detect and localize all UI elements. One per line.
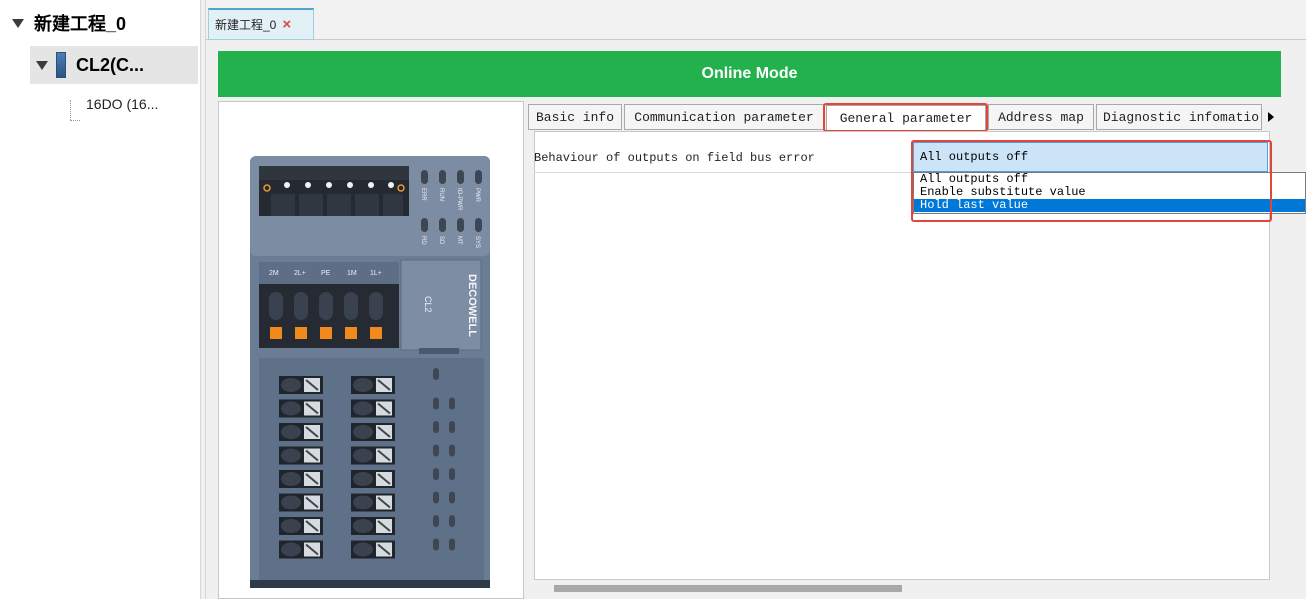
io-led: [449, 444, 455, 457]
document-tab-label: 新建工程_0: [215, 18, 277, 32]
io-terminal: [351, 470, 395, 488]
horizontal-scrollbar-thumb[interactable]: [554, 585, 902, 592]
device-model: CL2: [423, 296, 433, 313]
io-terminal: [279, 446, 323, 465]
io-led: [433, 444, 439, 457]
led-label: SD: [438, 236, 444, 245]
arrow-right-icon: [1268, 112, 1274, 122]
tab-scroll-right-button[interactable]: [1262, 106, 1280, 128]
io-terminal: [279, 423, 323, 441]
tree-item-module[interactable]: CL2(C...: [30, 46, 198, 84]
tree-connector: [70, 120, 80, 121]
parameter-label: Behaviour of outputs on field bus error: [534, 151, 815, 165]
io-terminal: [279, 493, 323, 512]
io-terminal: [351, 446, 395, 465]
tab-basic-info[interactable]: Basic info: [528, 104, 622, 130]
io-terminal: [279, 517, 323, 535]
led-label: IO-PWR: [456, 188, 462, 211]
document-tab[interactable]: 新建工程_0 ×: [208, 8, 314, 40]
io-led: [449, 421, 455, 433]
io-terminal: [351, 517, 395, 535]
device-image-panel: ERR RUN IO-PWR PWR RD SD MT SYS 2M 2L+ P…: [218, 101, 524, 599]
tree-item-module-label: CL2(C...: [76, 54, 145, 75]
tab-communication-parameter[interactable]: Communication parameter: [624, 104, 824, 130]
io-terminal: [279, 399, 323, 418]
tree-item-child-label: 16DO (16...: [86, 96, 159, 112]
expand-arrow-icon[interactable]: [12, 18, 24, 28]
led-label: PWR: [474, 188, 480, 203]
io-terminal: [279, 540, 323, 559]
expand-arrow-icon[interactable]: [36, 60, 48, 70]
close-icon[interactable]: ×: [282, 16, 291, 33]
io-led: [433, 421, 439, 433]
io-led: [449, 397, 455, 410]
io-led: [433, 368, 439, 380]
mode-banner-text: Online Mode: [701, 65, 798, 82]
io-terminal: [351, 540, 395, 559]
tab-diagnostic-information[interactable]: Diagnostic infomatio: [1096, 104, 1262, 130]
tree-item-project-label: 新建工程_0: [34, 14, 127, 34]
io-led: [433, 397, 439, 410]
io-led: [449, 538, 455, 551]
module-icon: [56, 52, 66, 78]
terminal-label: 1M: [347, 270, 357, 277]
mode-banner: Online Mode: [218, 51, 1281, 97]
io-terminal: [279, 376, 323, 394]
io-led: [449, 515, 455, 527]
io-terminal: [351, 376, 395, 394]
io-terminal: [279, 470, 323, 488]
row-divider: [534, 172, 914, 173]
led-label: RD: [420, 236, 426, 245]
led-label: RUN: [438, 188, 444, 201]
io-led: [449, 468, 455, 480]
io-terminal: [351, 399, 395, 418]
io-led: [433, 515, 439, 527]
tree-item-child[interactable]: 16DO (16...: [86, 92, 158, 116]
io-terminal: [351, 423, 395, 441]
device-brand: DECOWELL: [466, 274, 478, 337]
io-led: [449, 491, 455, 504]
terminal-label: 1L+: [370, 270, 382, 277]
highlight-box-select: [911, 140, 1272, 222]
terminal-label: 2L+: [294, 270, 306, 277]
io-led: [433, 538, 439, 551]
io-terminal: [351, 493, 395, 512]
led-label: MT: [456, 236, 462, 245]
terminal-label: 2M: [269, 270, 279, 277]
led-label: ERR: [420, 188, 426, 201]
io-led: [433, 491, 439, 504]
document-tab-bar: [206, 0, 1306, 40]
terminal-label: PE: [321, 270, 331, 277]
device-illustration: ERR RUN IO-PWR PWR RD SD MT SYS 2M 2L+ P…: [250, 156, 490, 588]
tree-item-project[interactable]: 新建工程_0: [12, 10, 126, 36]
project-tree: 新建工程_0 CL2(C... 16DO (16...: [0, 0, 200, 599]
io-led: [433, 468, 439, 480]
highlight-box-tab: [823, 103, 988, 132]
led-label: SYS: [474, 236, 480, 248]
tree-connector: [70, 100, 71, 120]
tab-address-map[interactable]: Address map: [988, 104, 1094, 130]
